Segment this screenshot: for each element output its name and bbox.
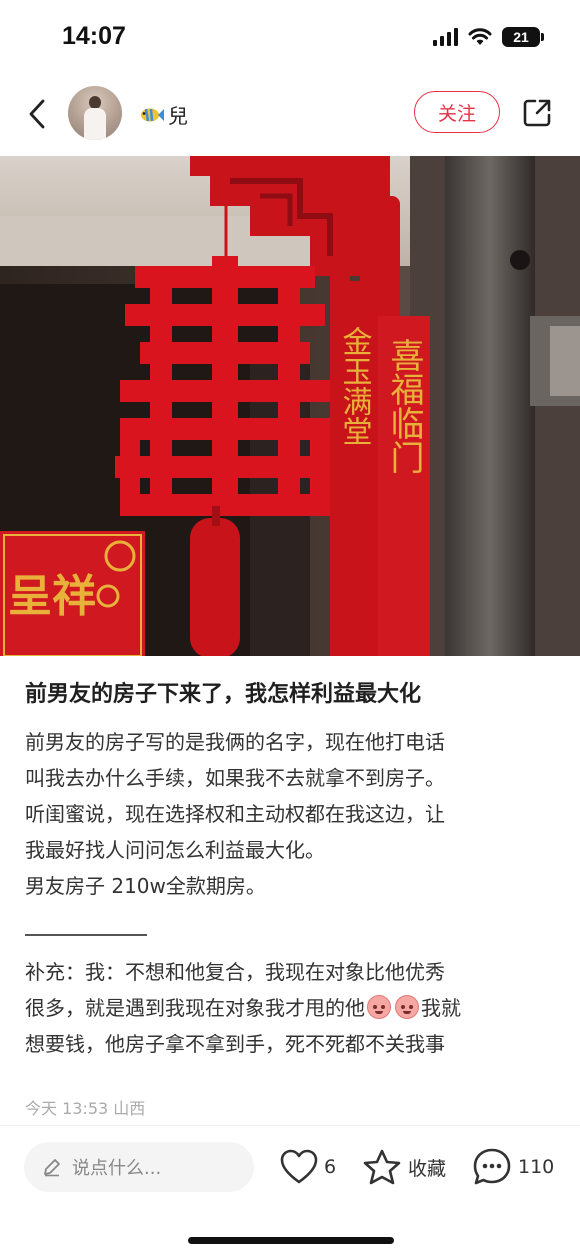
username-text: 兒 (168, 104, 188, 128)
scroll-text-2: 喜福临门 (384, 338, 424, 474)
collect-label: 收藏 (408, 1157, 447, 1180)
post-supplement: 补充：我：不想和他复合，我现在对象比他优秀 很多，就是遇到我现在对象我才甩的他 我… (25, 954, 560, 1062)
sign-text: 呈祥 (8, 571, 96, 622)
post-body: 前男友的房子写的是我俩的名字，现在他打电话 叫我去办什么手续，如果我不去就拿不到… (25, 724, 560, 904)
supplement-line-text: 很多，就是遇到我现在对象我才甩的他 (25, 996, 365, 1020)
body-line: 男友房子 210w全款期房。 (25, 874, 266, 898)
body-line: 叫我去办什么手续，如果我不去就拿不到房子。 (25, 766, 445, 790)
chat-bubble-icon (473, 1148, 511, 1185)
post-title: 前男友的房子下来了，我怎样利益最大化 (25, 682, 422, 707)
battery-icon: 21 (502, 27, 544, 47)
chevron-left-icon (29, 99, 45, 129)
comments-button[interactable]: 110 (472, 1146, 554, 1188)
supplement-line: 很多，就是遇到我现在对象我才甩的他 我就 (25, 990, 560, 1026)
post-header: 兒 关注 (0, 78, 580, 156)
post-meta: 今天 13:53 山西 (25, 1099, 146, 1118)
supplement-line: 补充：我：不想和他复合，我现在对象比他优秀 (25, 960, 445, 984)
blush-face-icon (367, 995, 391, 1019)
home-indicator[interactable] (188, 1237, 394, 1244)
supplement-line: 想要钱，他房子拿不拿到手，死不死都不关我事 (25, 1032, 445, 1056)
body-line: 前男友的房子写的是我俩的名字，现在他打电话 (25, 730, 445, 754)
body-line: 听闺蜜说，现在选择权和主动权都在我这边，让 (25, 802, 445, 826)
wifi-icon (468, 28, 492, 45)
comment-input[interactable]: 说点什么... (24, 1142, 254, 1192)
collect-button[interactable]: 收藏 (362, 1146, 446, 1188)
scroll-text-1: 金玉满堂 (337, 326, 373, 446)
like-count: 6 (324, 1156, 337, 1178)
blush-face-icon (395, 995, 419, 1019)
author-name[interactable]: 兒 (138, 100, 188, 129)
status-icons: 21 (433, 27, 544, 47)
pencil-icon (44, 1159, 60, 1177)
avatar[interactable] (68, 86, 122, 140)
body-line: 我最好找人问问怎么利益最大化。 (25, 838, 325, 862)
like-button[interactable]: 6 (280, 1146, 336, 1188)
post-photo[interactable]: 金玉满堂 喜福临门 呈祥 (0, 156, 580, 656)
signal-icon (433, 28, 458, 46)
star-icon (363, 1149, 401, 1185)
wedding-decoration-image: 金玉满堂 喜福临门 呈祥 (0, 156, 580, 656)
back-button[interactable] (22, 94, 52, 134)
share-icon[interactable] (520, 96, 554, 130)
comment-placeholder: 说点什么... (72, 1158, 162, 1179)
comment-count: 110 (518, 1156, 555, 1178)
follow-button[interactable]: 关注 (414, 91, 500, 133)
supplement-line-text: 我就 (421, 996, 461, 1020)
bottom-action-bar: 说点什么... 6 收藏 110 (0, 1125, 580, 1255)
heart-icon (280, 1149, 318, 1184)
status-bar: 14:07 21 (0, 0, 580, 78)
status-time: 14:07 (62, 22, 126, 50)
fish-icon (141, 108, 164, 121)
divider (25, 934, 147, 936)
